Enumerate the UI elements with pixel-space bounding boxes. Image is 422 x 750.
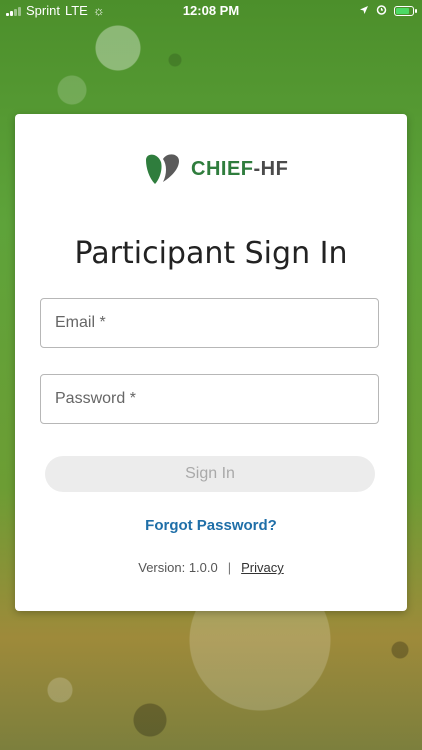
sign-in-card: CHIEF-HF Participant Sign In Sign In For… <box>15 114 407 611</box>
email-field-container <box>40 298 379 348</box>
sign-in-button[interactable]: Sign In <box>45 456 375 492</box>
status-right <box>359 3 417 18</box>
status-bar: Sprint LTE ☼ 12:08 PM <box>0 0 422 22</box>
password-field[interactable] <box>53 374 378 424</box>
logo-text-part1: CHIEF <box>191 157 254 180</box>
privacy-link[interactable]: Privacy <box>241 560 284 575</box>
battery-icon <box>394 5 417 16</box>
alarm-icon <box>376 3 387 18</box>
footer-separator: | <box>227 560 232 575</box>
version-label: Version: 1.0.0 <box>138 560 218 575</box>
logo-text-part2: -HF <box>253 157 289 180</box>
email-field[interactable] <box>53 298 378 348</box>
location-icon <box>359 3 369 18</box>
forgot-password-link[interactable]: Forgot Password? <box>15 517 407 534</box>
page-title: Participant Sign In <box>74 236 348 271</box>
logo-text: CHIEF-HF <box>191 158 288 181</box>
logo: CHIEF-HF <box>143 150 288 188</box>
heart-leaf-icon <box>146 154 179 184</box>
password-field-container <box>40 374 379 424</box>
footer: Version: 1.0.0 | Privacy <box>15 560 407 575</box>
